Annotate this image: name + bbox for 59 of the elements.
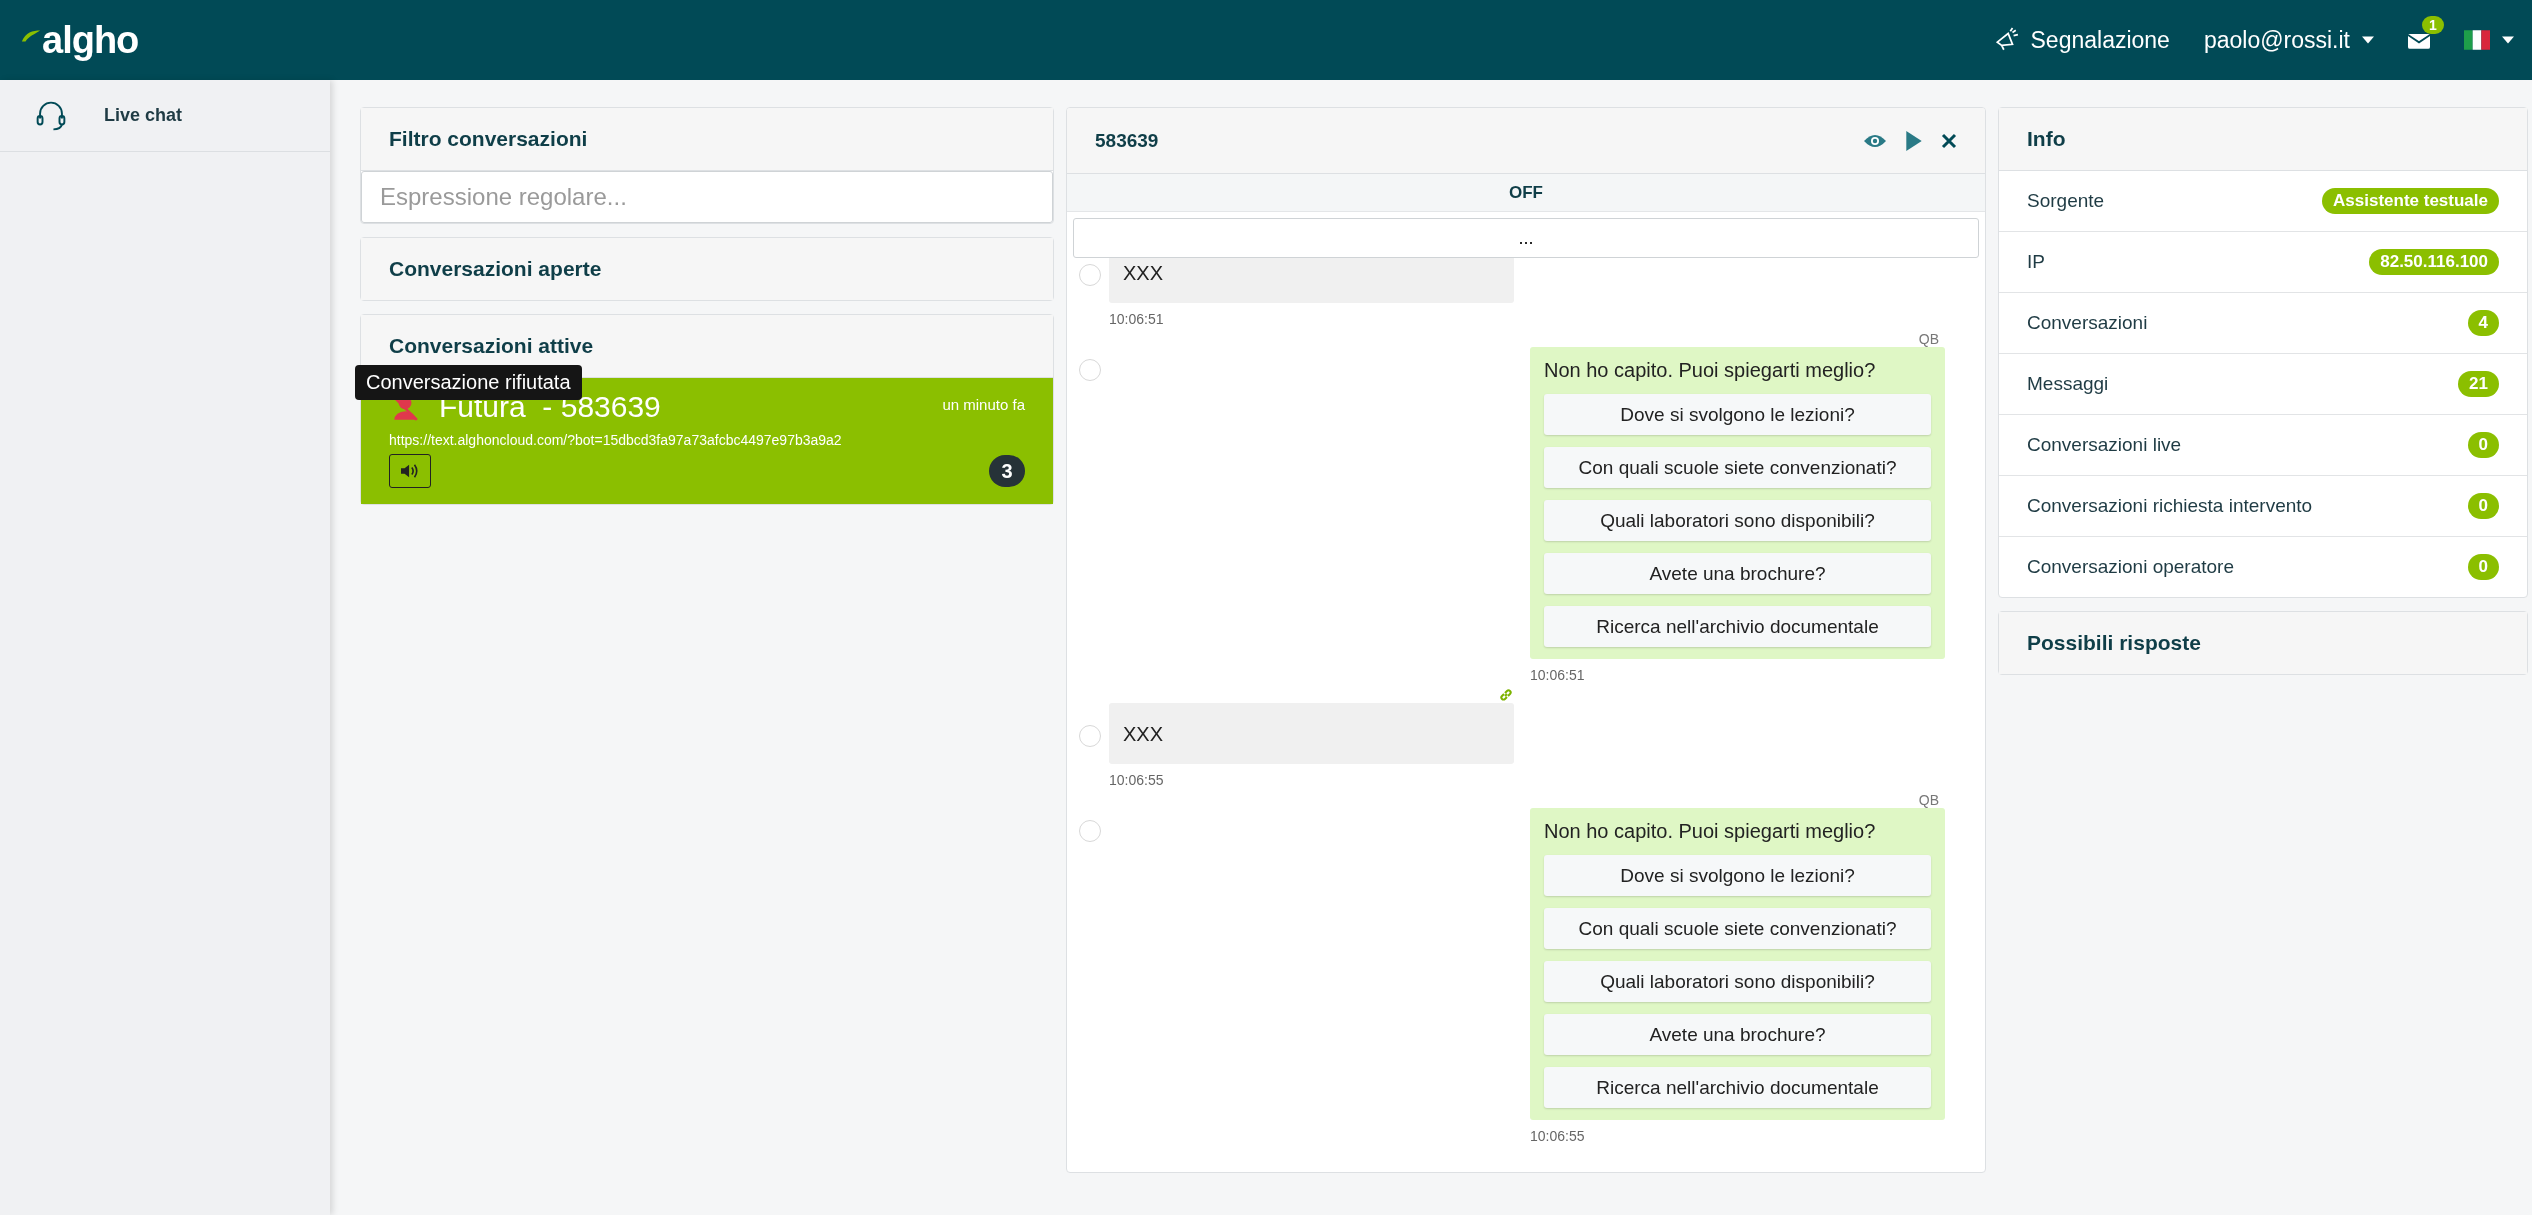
info-label: Conversazioni operatore <box>2027 556 2234 578</box>
message-time: 10:06:51 <box>1530 667 1586 683</box>
info-label: Conversazioni <box>2027 312 2148 334</box>
info-label: IP <box>2027 251 2045 273</box>
info-value-badge: 0 <box>2467 432 2499 458</box>
sender-label: QB <box>1917 331 1939 347</box>
info-label: Messaggi <box>2027 373 2109 395</box>
filter-field[interactable]: Espressione regolare... <box>361 171 1053 223</box>
info-value-badge: 4 <box>2467 310 2499 336</box>
option-button[interactable]: Avete una brochure? <box>1544 1014 1931 1055</box>
option-button[interactable]: Dove si svolgono le lezioni? <box>1544 855 1931 896</box>
info-value-badge: Assistente testuale <box>2322 188 2499 214</box>
play-icon[interactable] <box>1905 129 1923 152</box>
info-value-badge: 0 <box>2467 493 2499 519</box>
message-time: 10:06:55 <box>1530 1128 1586 1144</box>
option-button[interactable]: Quali laboratori sono disponibili? <box>1544 961 1931 1002</box>
user-message: XXX <box>1109 703 1514 764</box>
option-button[interactable]: Ricerca nell'archivio documentale <box>1544 1067 1931 1108</box>
info-value-badge: 21 <box>2458 371 2499 397</box>
notification-badge: 1 <box>2422 15 2444 34</box>
info-label: Sorgente <box>2027 190 2105 212</box>
info-label: Conversazioni live <box>2027 434 2182 456</box>
message-time: 10:06:51 <box>1109 311 1165 327</box>
mail-button[interactable] <box>2408 31 2430 49</box>
sidebar-item[interactable]: Live chat <box>0 80 330 152</box>
user-menu[interactable]: paolo@rossi.it <box>2203 26 2374 54</box>
message-text: Non ho capito. Puoi spiegarti meglio? <box>1544 359 1877 382</box>
sender-label: QB <box>1917 792 1939 808</box>
chat-title: 583639 <box>1095 129 1159 152</box>
close-icon[interactable] <box>1941 132 1957 149</box>
message-time: 10:06:55 <box>1109 772 1165 788</box>
report-button[interactable]: Segnalazione <box>1992 26 2170 54</box>
info-label: Conversazioni richiesta intervento <box>2027 495 2313 517</box>
info-value-badge: 0 <box>2467 554 2499 580</box>
caret-icon <box>2362 36 2374 44</box>
option-button[interactable]: Avete una brochure? <box>1544 553 1931 594</box>
eye-icon[interactable] <box>1863 132 1887 149</box>
conversation-url: https://text.alghoncloud.com/?bot=15dbcd3fa97a73afcbc4497e97b3a9a2 <box>389 432 843 448</box>
panel-title: Info <box>1999 108 2527 171</box>
message-text: Non ho capito. Puoi spiegarti meglio? <box>1544 820 1877 843</box>
caret-icon <box>2502 36 2514 44</box>
option-button[interactable]: Con quali scuole siete convenzionati? <box>1544 908 1931 949</box>
logo[interactable]: algho <box>20 18 139 62</box>
panel-title[interactable]: Possibili risposte <box>1999 612 2527 674</box>
load-more-button[interactable]: ... <box>1073 218 1979 258</box>
conversation-time: un minuto fa <box>942 396 1025 413</box>
message-count-badge: 3 <box>989 455 1025 487</box>
info-value-badge: 82.50.116.100 <box>2369 249 2499 275</box>
option-button[interactable]: Con quali scuole siete convenzionati? <box>1544 447 1931 488</box>
sound-button[interactable] <box>389 454 431 488</box>
link-icon[interactable] <box>1498 687 1514 703</box>
status-label: OFF <box>1509 182 1543 203</box>
panel-title: Filtro conversazioni <box>361 108 1053 171</box>
option-button[interactable]: Quali laboratori sono disponibili? <box>1544 500 1931 541</box>
language-menu[interactable] <box>2464 30 2514 50</box>
option-button[interactable]: Ricerca nell'archivio documentale <box>1544 606 1931 647</box>
user-message: XXX <box>1109 258 1514 303</box>
option-button[interactable]: Dove si svolgono le lezioni? <box>1544 394 1931 435</box>
panel-title[interactable]: Conversazioni aperte <box>361 238 1053 300</box>
